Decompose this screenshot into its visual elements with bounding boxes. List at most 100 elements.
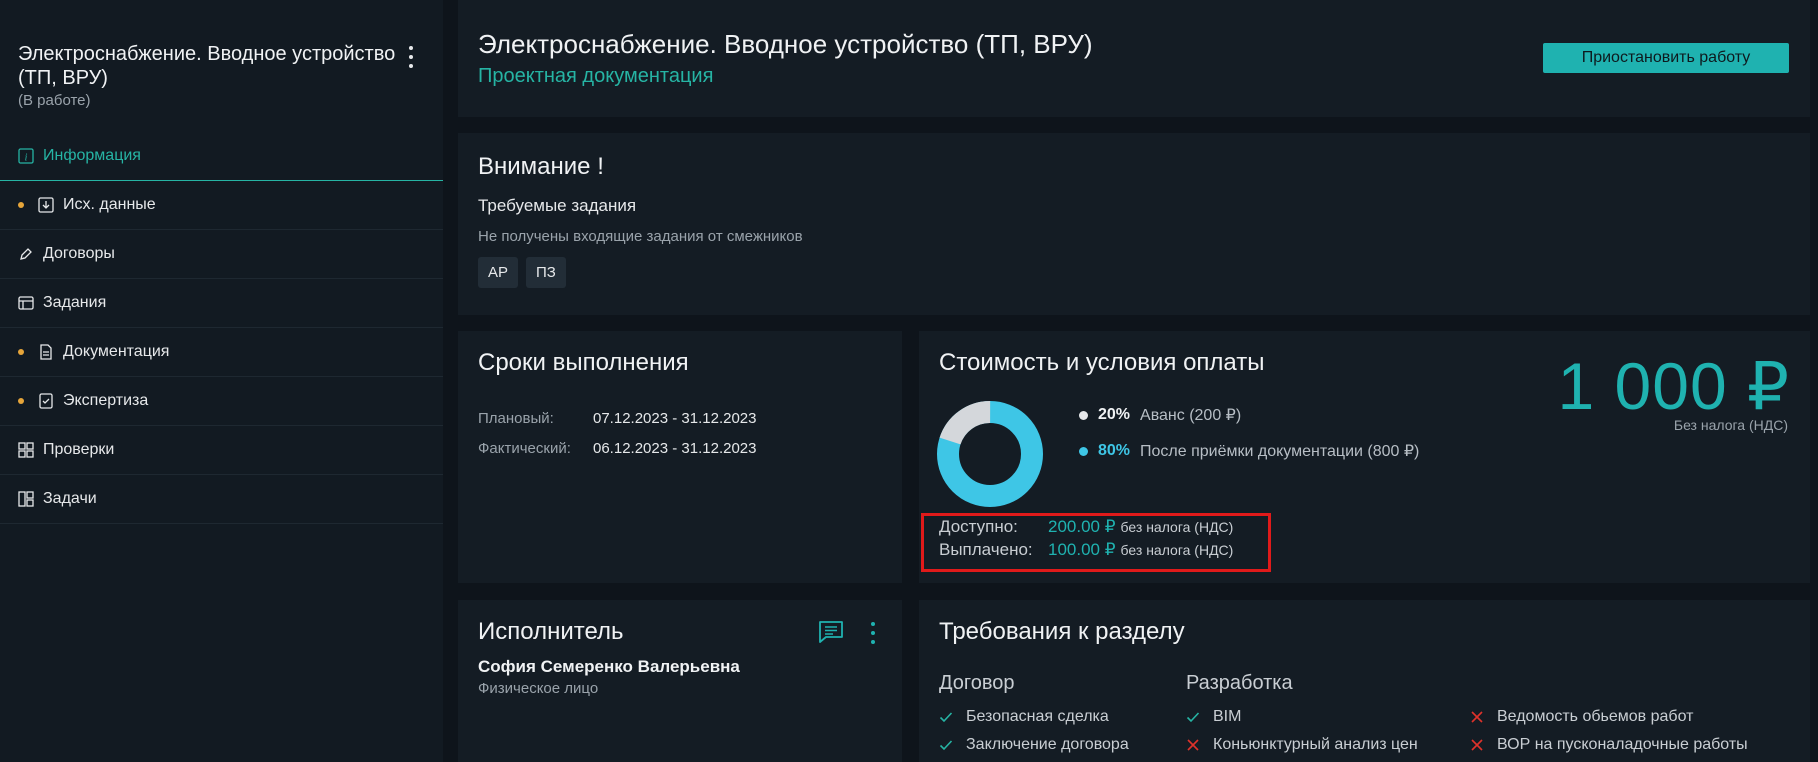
available-label: Доступно: xyxy=(939,517,1018,536)
req-bim: BIM xyxy=(1186,708,1241,726)
req-label: BIM xyxy=(1213,708,1242,725)
advance-desc: Аванс (200 ₽) xyxy=(1140,407,1242,424)
legend-advance: 20% Аванс (200 ₽) xyxy=(1079,405,1241,425)
page-subtitle[interactable]: Проектная документация xyxy=(478,65,713,88)
check-icon xyxy=(939,738,953,752)
sidebar-item-label: Задачи xyxy=(43,490,97,507)
check-icon xyxy=(939,710,953,724)
sidebar-item-label: Информация xyxy=(43,146,141,164)
requirements-title: Требования к разделу xyxy=(939,618,1185,645)
actual-row: Фактический: 06.12.2023 - 31.12.2023 xyxy=(478,440,756,457)
attention-subtitle: Требуемые задания xyxy=(478,196,637,215)
download-icon xyxy=(38,197,54,213)
task-chip-pz[interactable]: ПЗ xyxy=(526,257,566,288)
task-chip-ar[interactable]: АР xyxy=(478,257,519,288)
req-label: Коньюнктурный анализ цен xyxy=(1213,736,1418,753)
available-row: Доступно: 200.00 ₽ без налога (НДС) xyxy=(939,517,1233,537)
legend-after: 80% После приёмки документации (800 ₽) xyxy=(1079,441,1419,461)
actual-value: 06.12.2023 - 31.12.2023 xyxy=(593,440,757,457)
sidebar-header: Электроснабжение. Вводное устройство (ТП… xyxy=(18,42,398,109)
sidebar-item-label: Документация xyxy=(63,343,170,360)
paid-row: Выплачено: 100.00 ₽ без налога (НДС) xyxy=(939,540,1233,560)
req-label: Заключение договора xyxy=(966,736,1129,753)
svg-text:i: i xyxy=(25,152,28,163)
attention-title: Внимание ! xyxy=(478,153,604,180)
cross-icon xyxy=(1470,738,1484,752)
info-icon: i xyxy=(18,147,34,164)
chat-icon[interactable] xyxy=(818,620,844,644)
sidebar-item-info[interactable]: i Информация xyxy=(0,131,443,181)
document-icon xyxy=(38,344,54,360)
checklist-icon xyxy=(38,393,54,409)
available-tax-note: без налога (НДС) xyxy=(1120,519,1234,535)
paid-label: Выплачено: xyxy=(939,540,1033,559)
req-contract-signing: Заключение договора xyxy=(939,736,1129,754)
more-options-icon[interactable] xyxy=(402,44,420,70)
attention-card: Внимание ! Требуемые задания Не получены… xyxy=(458,133,1810,315)
executor-card: Исполнитель София Семеренко Валерьевна Ф… xyxy=(458,600,902,762)
requirements-card: Требования к разделу Договор Разработка … xyxy=(919,600,1810,762)
total-price: 1 000 ₽ xyxy=(1557,349,1790,423)
planned-label: Плановый: xyxy=(478,410,554,427)
sidebar-item-documentation[interactable]: Документация xyxy=(0,328,443,377)
check-icon xyxy=(1186,710,1200,724)
req-label: Безопасная сделка xyxy=(966,708,1109,725)
cross-icon xyxy=(1470,710,1484,724)
sidebar: Электроснабжение. Вводное устройство (ТП… xyxy=(0,0,443,762)
req-price-analysis: Коньюнктурный анализ цен xyxy=(1186,736,1418,754)
req-safe-deal: Безопасная сделка xyxy=(939,708,1109,726)
sidebar-item-checks[interactable]: Проверки xyxy=(0,426,443,475)
sidebar-nav: i Информация Исх. данные Договоры Задани… xyxy=(0,131,443,524)
grid-icon xyxy=(18,442,34,458)
sidebar-item-label: Проверки xyxy=(43,441,115,458)
group-development: Разработка xyxy=(1186,672,1293,694)
group-contract: Договор xyxy=(939,672,1015,694)
board-icon xyxy=(18,491,34,507)
sidebar-item-todo[interactable]: Задачи xyxy=(0,475,443,524)
sidebar-item-label: Задания xyxy=(43,294,107,311)
req-commissioning-bor: ВОР на пусконаладочные работы xyxy=(1470,736,1748,754)
paid-amount: 100.00 ₽ xyxy=(1048,540,1116,559)
sidebar-item-expertise[interactable]: Экспертиза xyxy=(0,377,443,426)
after-desc: После приёмки документации (800 ₽) xyxy=(1140,443,1420,460)
sidebar-item-source-data[interactable]: Исх. данные xyxy=(0,181,443,230)
project-status: (В работе) xyxy=(18,92,91,109)
attention-note: Не получены входящие задания от смежнико… xyxy=(478,228,803,245)
pending-dot xyxy=(18,349,24,355)
pen-icon xyxy=(18,246,34,262)
req-label: Ведомость обьемов работ xyxy=(1497,708,1694,725)
planned-value: 07.12.2023 - 31.12.2023 xyxy=(593,410,757,427)
price-tax-note: Без налога (НДС) xyxy=(1673,417,1788,433)
planned-row: Плановый: 07.12.2023 - 31.12.2023 xyxy=(478,410,756,427)
deadlines-card: Сроки выполнения Плановый: 07.12.2023 - … xyxy=(458,331,902,583)
sidebar-item-label: Договоры xyxy=(43,245,115,262)
required-tasks-chips: АР ПЗ xyxy=(478,257,566,288)
payment-donut-chart xyxy=(937,401,1043,507)
advance-percent: 20% xyxy=(1098,406,1131,423)
pending-dot xyxy=(18,202,24,208)
sidebar-item-contracts[interactable]: Договоры xyxy=(0,230,443,279)
legend-dot xyxy=(1079,410,1088,420)
executor-name: София Семеренко Валерьевна xyxy=(478,657,740,676)
paid-tax-note: без налога (НДС) xyxy=(1120,542,1234,558)
cross-icon xyxy=(1186,738,1200,752)
executor-type: Физическое лицо xyxy=(478,680,599,697)
actual-label: Фактический: xyxy=(478,440,571,457)
req-label: ВОР на пусконаладочные работы xyxy=(1497,736,1748,753)
sidebar-item-label: Экспертиза xyxy=(63,392,149,409)
page-title: Электроснабжение. Вводное устройство (ТП… xyxy=(478,29,1093,59)
req-volume-statement: Ведомость обьемов работ xyxy=(1470,708,1693,726)
deadlines-title: Сроки выполнения xyxy=(478,349,689,376)
sidebar-item-label: Исх. данные xyxy=(63,196,156,213)
sidebar-item-tasks[interactable]: Задания xyxy=(0,279,443,328)
header-card: Электроснабжение. Вводное устройство (ТП… xyxy=(458,0,1810,117)
tasks-icon xyxy=(18,295,34,311)
pause-work-button[interactable]: Приостановить работу xyxy=(1543,43,1789,73)
executor-menu-icon[interactable] xyxy=(868,622,878,644)
available-amount: 200.00 ₽ xyxy=(1048,517,1116,536)
executor-title: Исполнитель xyxy=(478,618,624,645)
cost-card: Стоимость и условия оплаты 20% Аванс (20… xyxy=(919,331,1810,583)
after-percent: 80% xyxy=(1098,442,1131,459)
pending-dot xyxy=(18,398,24,404)
project-title: Электроснабжение. Вводное устройство (ТП… xyxy=(18,43,396,89)
